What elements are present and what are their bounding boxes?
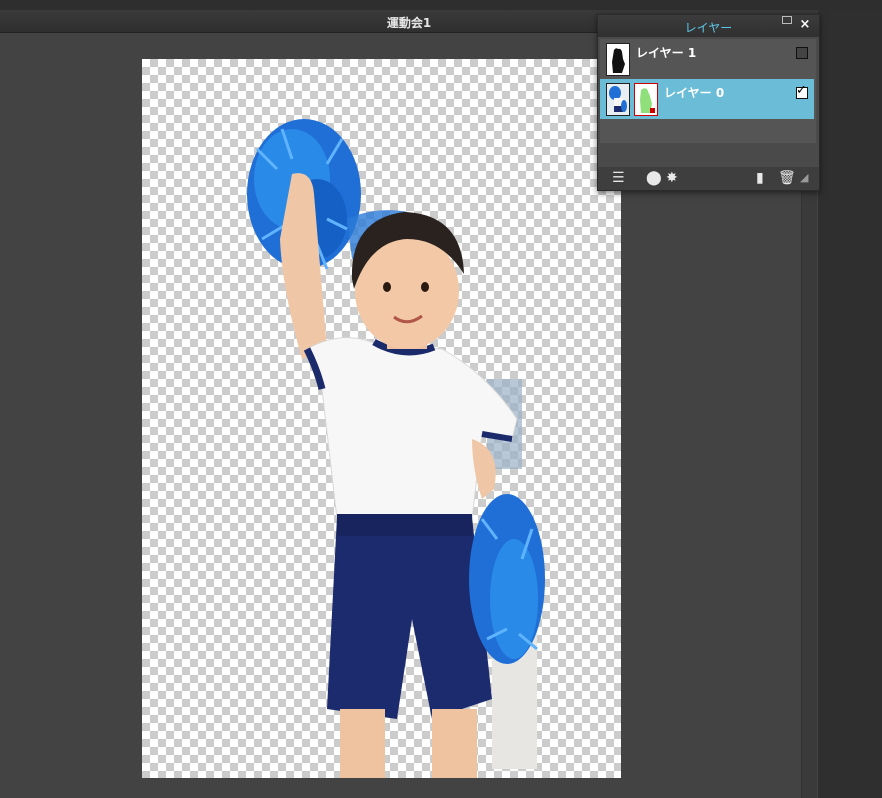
top-strip [0,0,882,10]
new-layer-icon[interactable]: ▮ [756,171,764,185]
layer-list: レイヤー 1 レイヤー 0 [600,39,816,143]
layer-visibility-checkbox[interactable] [796,47,808,59]
vertical-scrollbar[interactable] [801,190,817,798]
image-canvas[interactable] [142,59,621,778]
trash-icon[interactable]: 🗑 [778,171,796,185]
layer-row-0[interactable]: レイヤー 0 [600,79,814,119]
layer-thumbnail [606,83,630,116]
minimize-icon[interactable] [782,16,792,24]
right-dock [818,10,882,798]
close-icon[interactable]: × [798,18,812,32]
layer-row-1[interactable]: レイヤー 1 [600,39,814,79]
layer-name: レイヤー 0 [664,86,725,100]
layers-panel-footer: ☰ ⬤ ✸ ▮ 🗑 ◢ [598,167,819,190]
effects-icon[interactable]: ✸ [666,171,678,185]
layer-mask-thumbnail[interactable] [634,83,658,116]
layers-panel[interactable]: レイヤー × レイヤー 1 レイヤー 0 ✓ ☰ ⬤ ✸ ▮ 🗑 ◢ [597,14,820,191]
layer-name: レイヤー 1 [636,46,697,60]
side-pompom [469,494,545,664]
layers-panel-header[interactable]: レイヤー × [598,15,819,37]
layer-thumbnail [606,43,630,76]
navy-shorts [327,517,492,719]
photo-cutout [247,119,545,778]
layer-visibility-checkbox[interactable] [796,83,808,99]
mask-icon[interactable]: ⬤ [646,171,662,185]
resize-handle-icon[interactable]: ◢ [800,171,808,185]
layer-settings-icon[interactable]: ☰ [612,171,625,185]
